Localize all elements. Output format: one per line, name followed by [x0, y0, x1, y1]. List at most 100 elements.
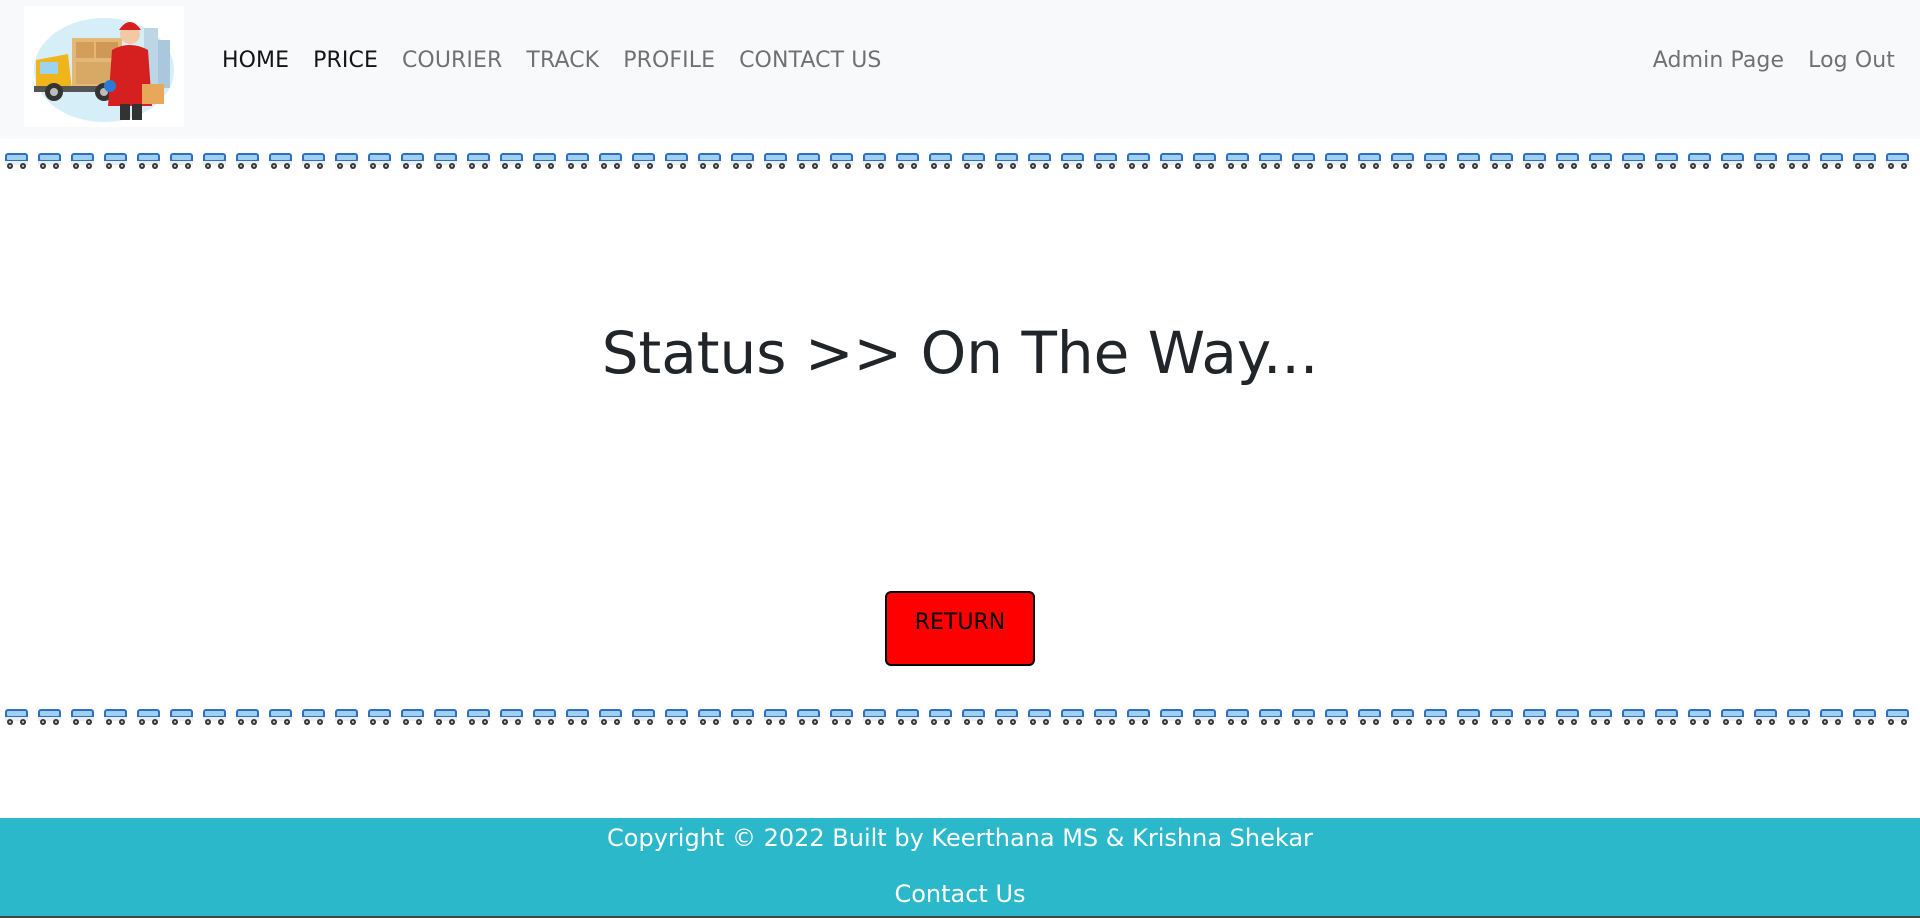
bus-icon [495, 706, 528, 728]
return-button[interactable]: RETURN [885, 591, 1035, 666]
nav-price[interactable]: PRICE [301, 46, 390, 76]
bus-icon [132, 706, 165, 728]
bus-icon [198, 706, 231, 728]
nav-contact-us[interactable]: CONTACT US [727, 46, 893, 76]
bus-icon [462, 150, 495, 172]
navbar: HOME PRICE COURIER TRACK PROFILE CONTACT… [0, 0, 1920, 139]
footer-copyright: Copyright © 2022 Built by Keerthana MS &… [607, 824, 1313, 852]
bus-icon [792, 706, 825, 728]
bus-icon [660, 706, 693, 728]
bus-icon [561, 150, 594, 172]
bus-icon [231, 706, 264, 728]
bus-icon [0, 706, 33, 728]
bus-icon [1617, 150, 1650, 172]
delivery-logo-image[interactable] [24, 6, 184, 127]
bus-icon [99, 150, 132, 172]
bus-icon [528, 150, 561, 172]
bus-icon [264, 706, 297, 728]
bus-icon [1386, 706, 1419, 728]
bus-icon [1518, 706, 1551, 728]
bus-icon [1419, 150, 1452, 172]
bus-icon [693, 706, 726, 728]
bus-icon [1551, 150, 1584, 172]
main-nav: HOME PRICE COURIER TRACK PROFILE CONTACT… [210, 46, 893, 76]
bus-icon [1584, 150, 1617, 172]
nav-courier[interactable]: COURIER [390, 46, 514, 76]
bus-icon [957, 150, 990, 172]
bus-icon [1188, 706, 1221, 728]
bus-icon [297, 706, 330, 728]
bus-icon [1023, 150, 1056, 172]
bus-icon [1089, 150, 1122, 172]
nav-home[interactable]: HOME [210, 46, 301, 76]
bus-icon [165, 706, 198, 728]
bus-icon [1221, 706, 1254, 728]
bus-icon [1320, 150, 1353, 172]
bus-icon [1287, 706, 1320, 728]
bus-icon [924, 150, 957, 172]
bus-icon [1650, 150, 1683, 172]
bus-icon [1551, 706, 1584, 728]
bus-icon [726, 150, 759, 172]
bus-icon [1815, 150, 1848, 172]
bus-icon [1782, 150, 1815, 172]
bus-icon [1848, 150, 1881, 172]
bus-icon [825, 706, 858, 728]
bus-icon [891, 150, 924, 172]
nav-track[interactable]: TRACK [514, 46, 611, 76]
bus-icon [1254, 706, 1287, 728]
bus-icon [363, 150, 396, 172]
bus-icon [1485, 150, 1518, 172]
bus-divider-top [0, 150, 1920, 172]
bus-icon [1056, 706, 1089, 728]
bus-icon [1749, 706, 1782, 728]
bus-icon [594, 150, 627, 172]
bus-icon [1716, 150, 1749, 172]
bus-icon [1023, 706, 1056, 728]
bus-icon [330, 706, 363, 728]
logout-link[interactable]: Log Out [1784, 46, 1895, 76]
bus-icon [99, 706, 132, 728]
bus-icon [759, 706, 792, 728]
bus-icon [759, 150, 792, 172]
bus-icon [561, 706, 594, 728]
bus-icon [264, 150, 297, 172]
bus-icon [1716, 706, 1749, 728]
admin-page-link[interactable]: Admin Page [1629, 46, 1784, 76]
bus-icon [462, 706, 495, 728]
bus-icon [1122, 150, 1155, 172]
bus-icon [1617, 706, 1650, 728]
bus-icon [1089, 706, 1122, 728]
bus-icon [726, 706, 759, 728]
footer-contact-link[interactable]: Contact Us [0, 880, 1920, 908]
bus-icon [1122, 706, 1155, 728]
bus-icon [396, 706, 429, 728]
bus-icon [132, 150, 165, 172]
bus-icon [1584, 706, 1617, 728]
bus-icon [792, 150, 825, 172]
bus-icon [891, 706, 924, 728]
bus-icon [429, 706, 462, 728]
bus-icon [33, 150, 66, 172]
bus-icon [198, 150, 231, 172]
bus-icon [1881, 150, 1914, 172]
bus-icon [297, 150, 330, 172]
bus-icon [858, 706, 891, 728]
bus-icon [1782, 706, 1815, 728]
bus-icon [1155, 706, 1188, 728]
bus-icon [825, 150, 858, 172]
bus-icon [528, 706, 561, 728]
bus-icon [33, 706, 66, 728]
bus-divider-bottom [0, 706, 1920, 728]
bus-icon [1485, 706, 1518, 728]
bus-icon [330, 150, 363, 172]
tracking-status-heading: Status >> On The Way... [601, 319, 1319, 387]
bus-icon [957, 706, 990, 728]
bus-icon [1155, 150, 1188, 172]
bus-icon [1353, 150, 1386, 172]
bus-icon [1683, 706, 1716, 728]
nav-profile[interactable]: PROFILE [611, 46, 727, 76]
bus-icon [990, 150, 1023, 172]
bus-icon [363, 706, 396, 728]
bus-icon [627, 150, 660, 172]
